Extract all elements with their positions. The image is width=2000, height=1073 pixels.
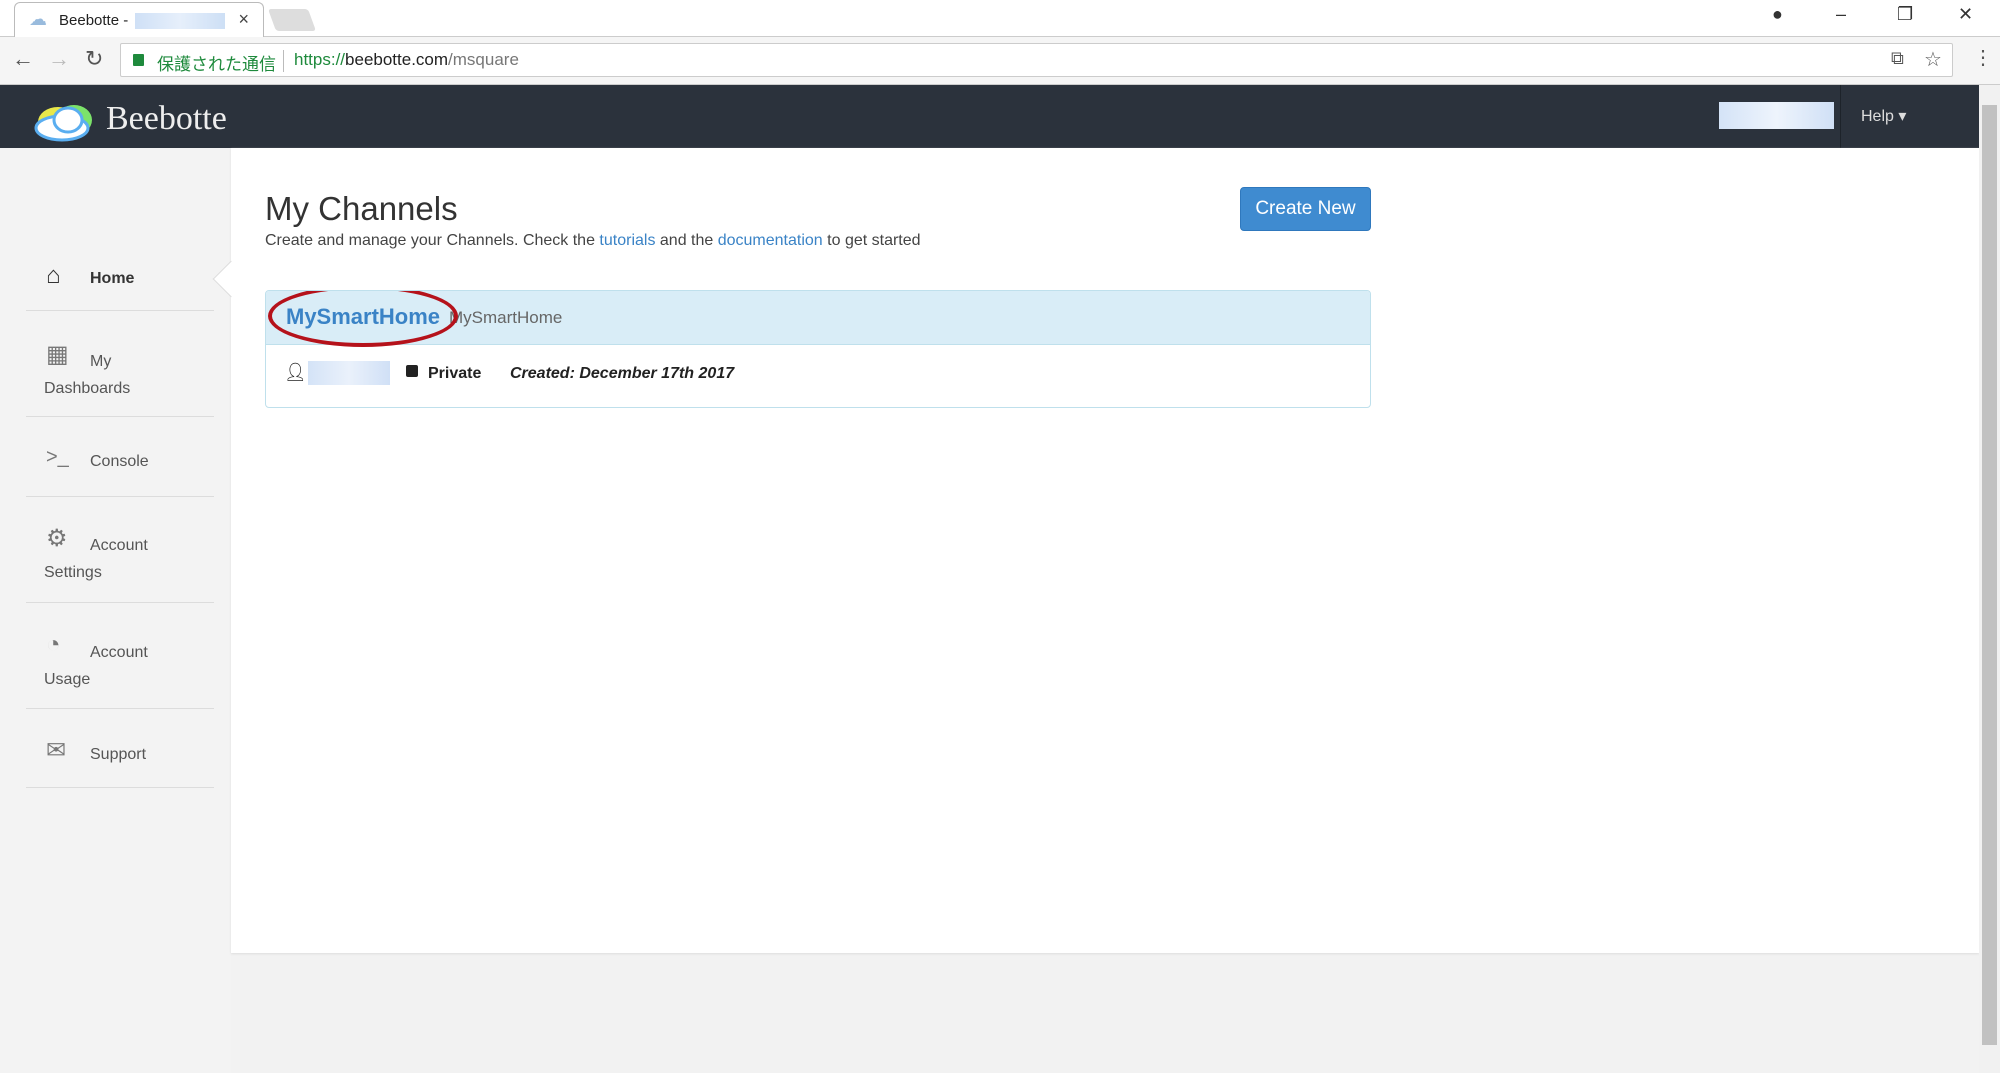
- divider: [26, 602, 214, 603]
- translate-icon[interactable]: ⧉: [1891, 48, 1904, 69]
- divider: [26, 708, 214, 709]
- sidebar-item-label: Home: [90, 270, 135, 287]
- redacted-owner: [308, 361, 390, 385]
- lock-icon: [406, 365, 418, 377]
- sidebar-item-label: Console: [90, 453, 149, 470]
- sidebar-item-account-usage[interactable]: ◔ Account Usage: [26, 631, 214, 688]
- beebotte-logo-icon: [34, 105, 92, 142]
- channel-card-header: MySmartHome MySmartHome: [266, 291, 1370, 347]
- page-title: My Channels: [265, 190, 458, 227]
- documentation-link[interactable]: documentation: [718, 232, 823, 249]
- user-menu[interactable]: [1719, 102, 1834, 129]
- url-scheme: https://: [294, 50, 346, 69]
- terminal-icon: >_: [46, 446, 69, 468]
- sidebar-item-label: Account Settings: [44, 537, 148, 581]
- subtitle-text: to get started: [822, 232, 921, 249]
- sidebar-item-label: Support: [90, 746, 147, 763]
- address-bar[interactable]: 保護された通信 https://beebotte.com/msquare ⧉ ☆: [120, 43, 1953, 77]
- create-new-button[interactable]: Create New: [1240, 187, 1371, 231]
- subtitle-text: Create and manage your Channels. Check t…: [265, 232, 600, 249]
- tutorials-link[interactable]: tutorials: [599, 232, 655, 249]
- forward-icon[interactable]: →: [48, 46, 70, 72]
- envelope-icon: ✉: [46, 737, 67, 764]
- cloud-favicon-icon: ☁: [29, 9, 47, 29]
- star-icon[interactable]: ☆: [1924, 47, 1942, 72]
- user-icon: 👤︎: [284, 362, 307, 382]
- sidebar-item-console[interactable]: >_ Console: [26, 446, 214, 480]
- main-panel: [231, 148, 1979, 953]
- visibility-label: Private: [428, 365, 482, 382]
- browser-tab[interactable]: ☁ Beebotte - ×: [14, 2, 264, 38]
- page-subtitle: Create and manage your Channels. Check t…: [265, 232, 921, 250]
- divider: [283, 50, 284, 72]
- subtitle-text: and the: [655, 232, 718, 249]
- new-tab-button[interactable]: [267, 9, 317, 31]
- channel-description: MySmartHome: [449, 308, 563, 327]
- divider: [26, 416, 214, 417]
- brand-name[interactable]: Beebotte: [106, 100, 227, 138]
- close-window-icon[interactable]: ✕: [1958, 4, 1973, 25]
- restore-icon[interactable]: ❐: [1897, 4, 1913, 25]
- created-date: Created: December 17th 2017: [510, 365, 735, 382]
- channel-card: MySmartHome MySmartHome 👤︎ Private Creat…: [265, 290, 1371, 408]
- tab-title: Beebotte -: [59, 12, 129, 29]
- help-menu[interactable]: Help ▾: [1861, 106, 1906, 126]
- url-host: beebotte.com: [345, 50, 449, 69]
- top-navbar: [0, 85, 1979, 148]
- divider: [1840, 85, 1841, 148]
- tab-bar: ☁ Beebotte - × ● – ❐ ✕: [0, 0, 2000, 38]
- sidebar-item-label: Account Usage: [44, 644, 148, 688]
- divider: [26, 310, 214, 311]
- redacted-tab-text: [135, 13, 225, 29]
- close-tab-icon[interactable]: ×: [238, 9, 249, 30]
- sidebar-item-dashboards[interactable]: ▦ My Dashboards: [26, 340, 214, 397]
- sidebar-item-support[interactable]: ✉ Support: [26, 737, 214, 772]
- sidebar-item-account-settings[interactable]: ⚙ Account Settings: [26, 524, 214, 581]
- divider: [26, 787, 214, 788]
- channel-card-body: 👤︎ Private Created: December 17th 2017: [266, 345, 1370, 407]
- address-row: ← → ↻ 保護された通信 https://beebotte.com/msqua…: [0, 37, 2000, 85]
- home-icon: ⌂: [46, 262, 61, 289]
- secure-label: 保護された通信: [157, 55, 276, 74]
- profile-icon[interactable]: ●: [1772, 4, 1783, 25]
- url-text: https://beebotte.com/msquare: [294, 50, 519, 70]
- lock-icon: [133, 54, 144, 66]
- menu-icon[interactable]: ⋮: [1973, 45, 1993, 70]
- highlight-annotation: [268, 291, 458, 347]
- sidebar-item-label: My Dashboards: [44, 353, 131, 397]
- scrollbar-thumb[interactable]: [1982, 105, 1997, 1045]
- divider: [26, 496, 214, 497]
- reload-icon[interactable]: ↻: [85, 46, 103, 72]
- minimize-icon[interactable]: –: [1836, 4, 1846, 25]
- sidebar-item-home[interactable]: ⌂ Home: [26, 262, 214, 302]
- url-path: /msquare: [448, 50, 519, 69]
- back-icon[interactable]: ←: [12, 46, 34, 72]
